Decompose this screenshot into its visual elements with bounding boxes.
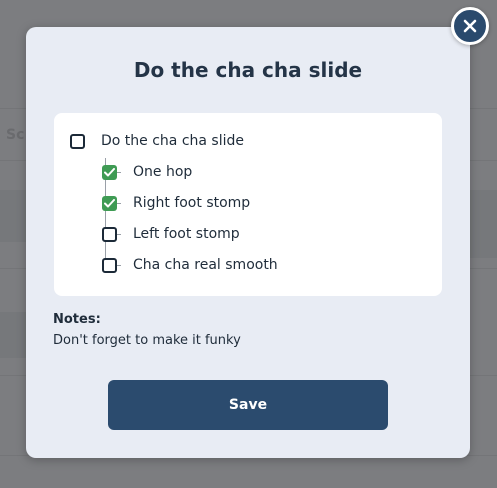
modal-title: Do the cha cha slide (133, 58, 363, 82)
checklist-item-label: One hop (133, 164, 193, 180)
close-button[interactable] (451, 7, 489, 45)
checkbox-checked[interactable] (102, 195, 117, 211)
checklist-item[interactable]: Right foot stomp (102, 193, 250, 213)
checklist-item-parent[interactable]: Do the cha cha slide (70, 131, 244, 151)
checkbox-checked[interactable] (102, 164, 117, 180)
checkbox-unchecked[interactable] (102, 226, 117, 242)
notes-text: Don't forget to make it funky (53, 333, 241, 348)
background-heading: Sc (6, 127, 25, 143)
checklist-modal: Do the cha cha slide Do the cha cha slid… (26, 27, 470, 458)
checklist-card: Do the cha cha slide One hop Right foot … (54, 113, 442, 296)
background-row (470, 190, 497, 258)
checklist-item-label: Left foot stomp (133, 226, 240, 242)
checklist-item-label: Right foot stomp (133, 195, 251, 211)
close-icon (463, 19, 477, 33)
checklist-item-label: Cha cha real smooth (133, 257, 278, 273)
checkmark-icon (104, 167, 115, 176)
save-button[interactable]: Save (108, 380, 388, 430)
checkmark-icon (104, 198, 115, 207)
checklist-item-label: Do the cha cha slide (101, 133, 244, 149)
checkbox-unchecked[interactable] (70, 133, 85, 149)
notes-label: Notes: (53, 312, 101, 327)
checklist-item[interactable]: Cha cha real smooth (102, 255, 278, 275)
checklist-item[interactable]: Left foot stomp (102, 224, 240, 244)
checkbox-unchecked[interactable] (102, 257, 117, 273)
checklist-item[interactable]: One hop (102, 162, 192, 182)
